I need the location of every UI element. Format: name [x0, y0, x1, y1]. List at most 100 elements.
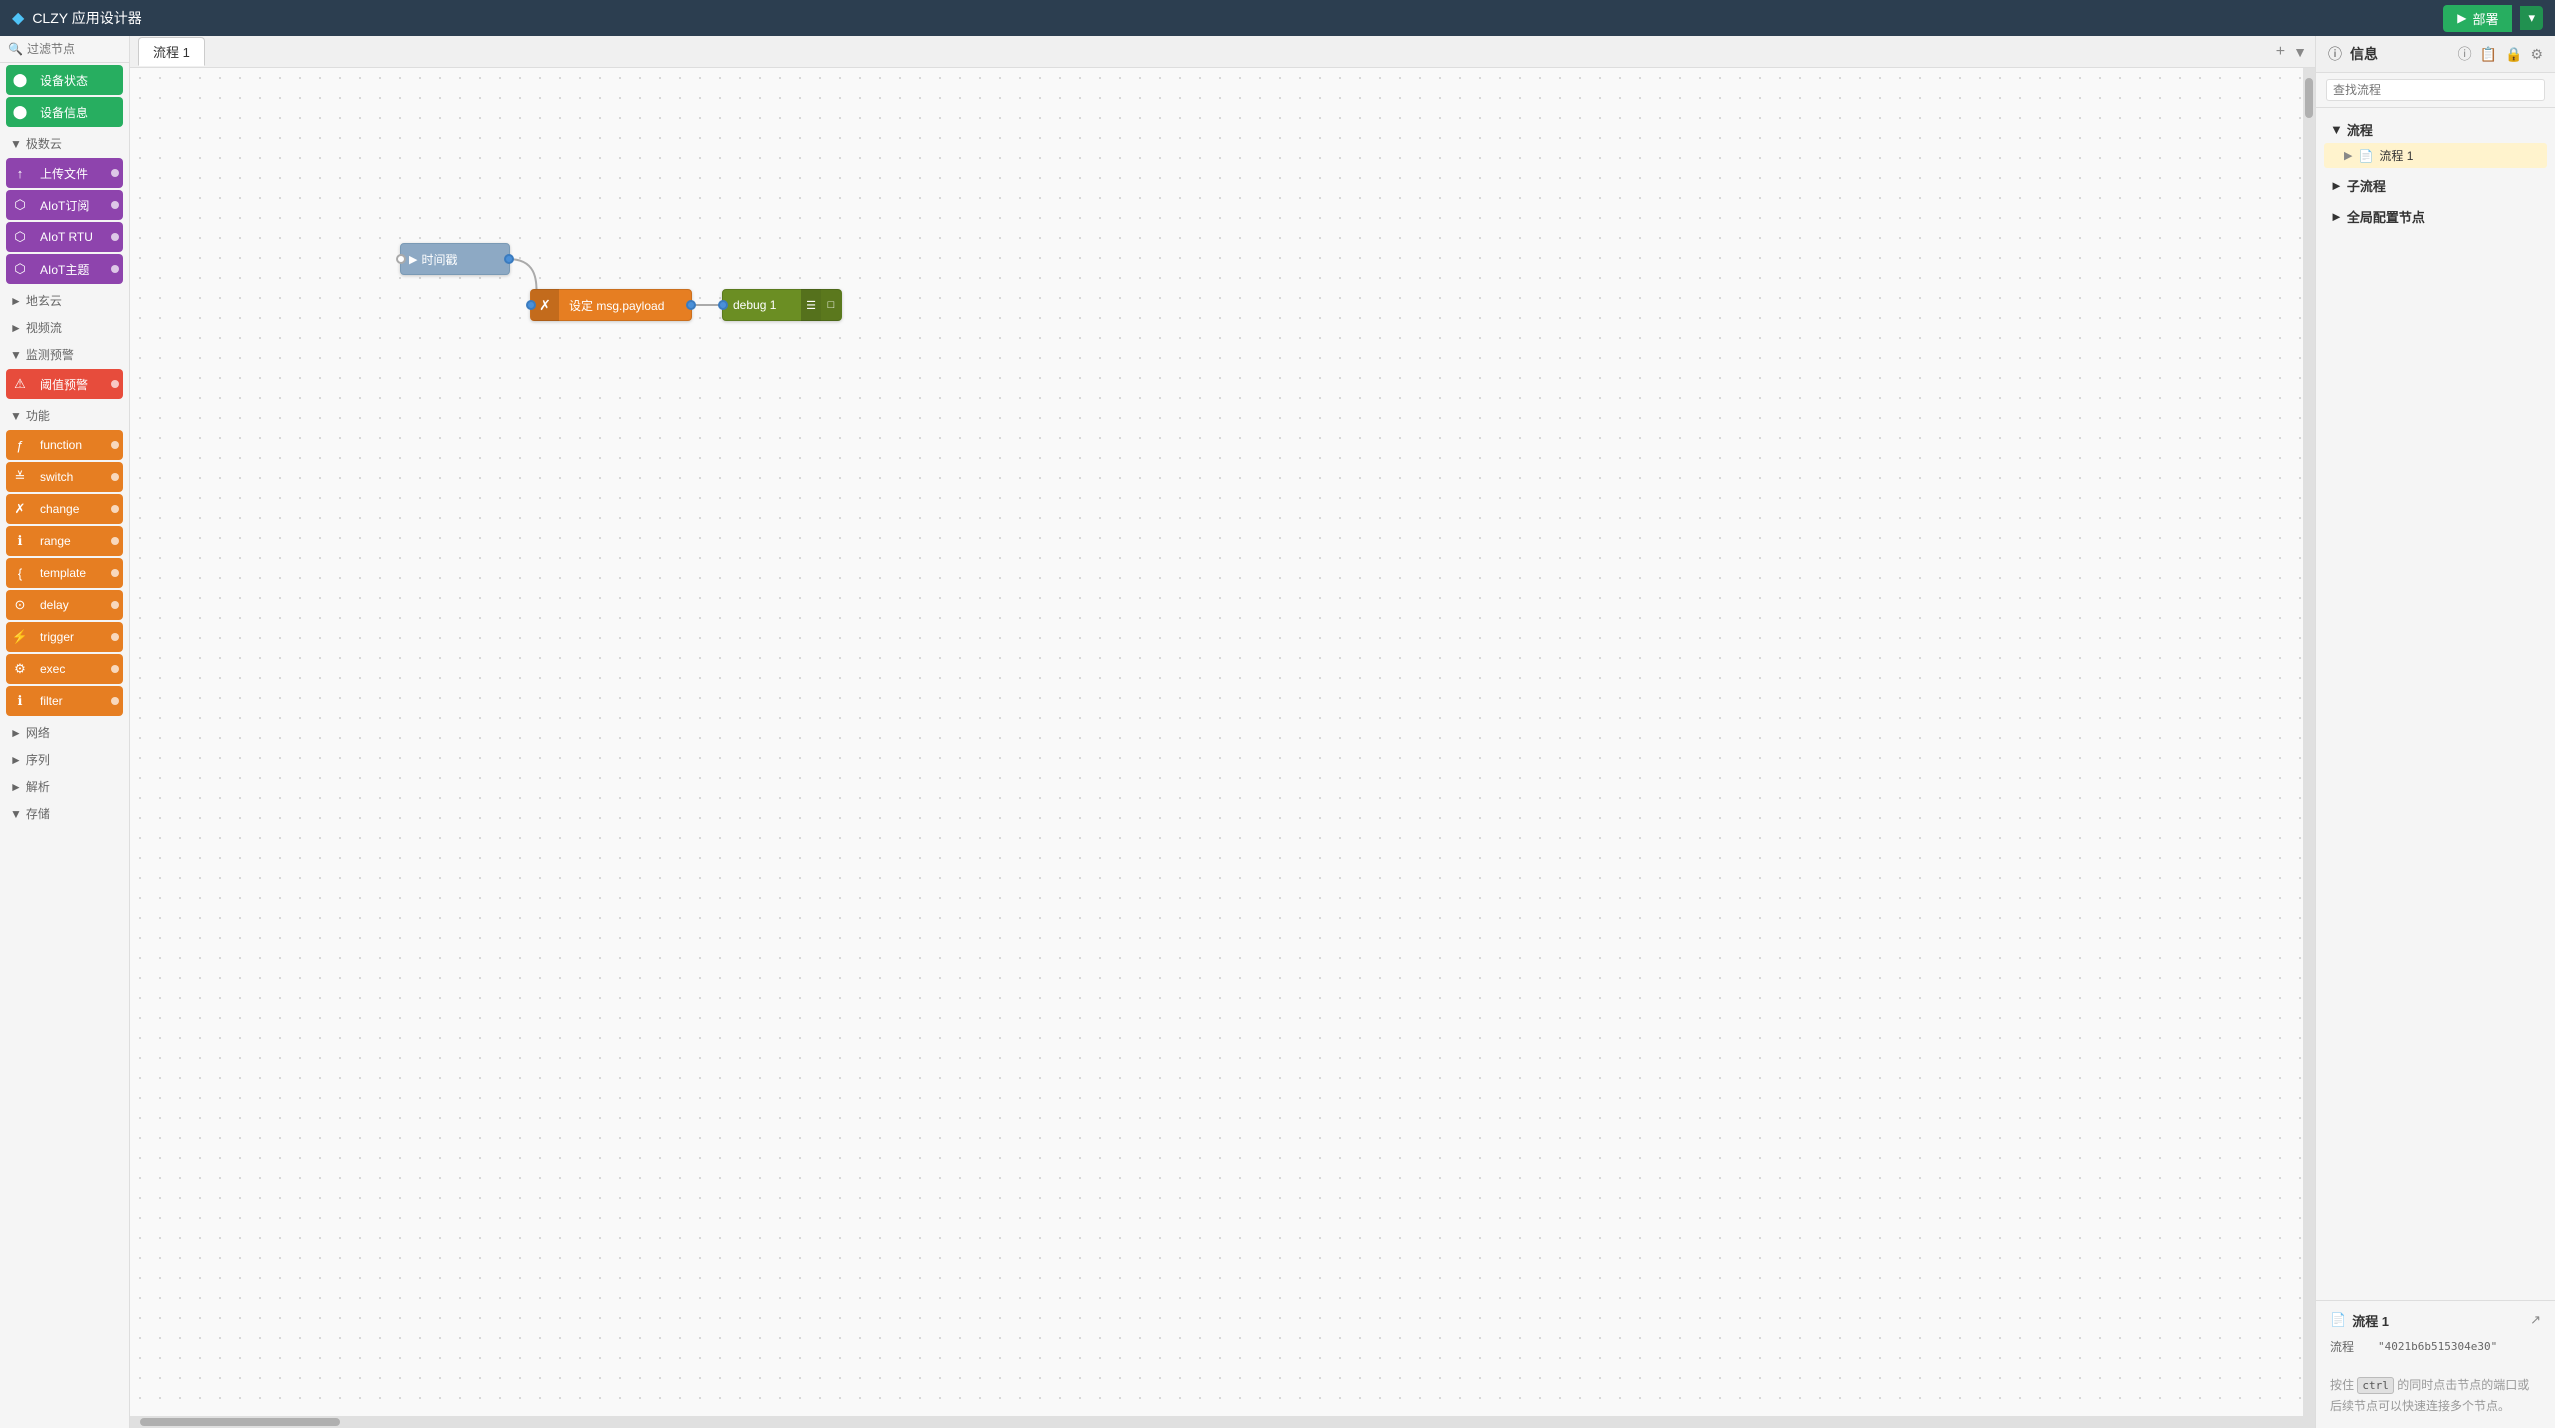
info-icon: ⓘ	[2328, 44, 2342, 64]
node-delay[interactable]: ⊙ delay	[6, 590, 123, 620]
right-panel-search-input[interactable]	[2326, 79, 2545, 101]
inject1-label: 时间戳	[421, 251, 457, 268]
node-filter[interactable]: ℹ filter	[6, 686, 123, 716]
node-exec[interactable]: ⚙ exec	[6, 654, 123, 684]
vertical-scrollbar-thumb[interactable]	[2305, 78, 2313, 118]
change1-port-left[interactable]	[526, 300, 536, 310]
node-upload-file[interactable]: ↑ 上传文件	[6, 158, 123, 188]
sidebar-group-dizhiyun-title[interactable]: ► 地玄云	[0, 286, 129, 313]
template-port	[111, 569, 119, 577]
delay-icon: ⊙	[6, 590, 34, 620]
chevron-right-icon7: ►	[2330, 209, 2343, 224]
right-panel-title: 信息	[2350, 44, 2450, 64]
sidebar-group-cunchun-title[interactable]: ▼ 存储	[0, 799, 129, 826]
chevron-down-icon: ▼	[10, 137, 22, 151]
node-device-status[interactable]: ⬤ 设备状态	[6, 65, 123, 95]
range-icon: ℹ	[6, 526, 34, 556]
change1-port-right[interactable]	[686, 300, 696, 310]
sidebar-group-jiexi-title[interactable]: ► 解析	[0, 772, 129, 799]
sidebar-group-gongneng-title[interactable]: ▼ 功能	[0, 401, 129, 428]
tab-chevron-button[interactable]: ▼	[2293, 44, 2307, 60]
right-panel-lock-btn[interactable]: 🔒	[2505, 46, 2522, 63]
vertical-scrollbar[interactable]	[2303, 68, 2315, 1416]
node-change[interactable]: ✗ change	[6, 494, 123, 524]
node-switch[interactable]: ≚ switch	[6, 462, 123, 492]
canvas-svg	[130, 68, 1430, 968]
content-area: 流程 1 + ▼ ▶ 时间戳	[130, 36, 2315, 1428]
change-label: change	[34, 502, 123, 516]
info-value-flow: "4021b6b515304e30"	[2378, 1340, 2497, 1353]
sidebar-group-jiance-title[interactable]: ▼ 监测预警	[0, 340, 129, 367]
hint-prefix: 按住	[2330, 1378, 2357, 1392]
chevron-right-icon5: ►	[10, 780, 22, 794]
node-function[interactable]: ƒ function	[6, 430, 123, 460]
change-icon: ✗	[6, 494, 34, 524]
app-title: CLZY 应用设计器	[32, 8, 141, 28]
tree-group-ziliucheng-title[interactable]: ► 子流程	[2324, 172, 2547, 199]
sidebar-group-wangluo-label: 网络	[26, 724, 50, 741]
horizontal-scrollbar[interactable]	[130, 1416, 2315, 1428]
right-panel-tree: ▼ 流程 ▶ 📄 流程 1 ► 子流程 ► 全	[2316, 108, 2555, 1300]
sidebar-group-xulie-label: 序列	[26, 751, 50, 768]
tab-flow1[interactable]: 流程 1	[138, 37, 205, 66]
sidebar-search-input[interactable]	[27, 42, 121, 56]
horizontal-scrollbar-thumb[interactable]	[140, 1418, 340, 1426]
canvas-area[interactable]: ▶ 时间戳 ✗ 设定 msg.payload debug 1	[130, 68, 2315, 1428]
aiot-subscribe-label: AIoT订阅	[34, 197, 123, 214]
deploy-button[interactable]: ▶ 部署	[2443, 5, 2512, 32]
device-info-label: 设备信息	[34, 104, 123, 121]
upload-file-icon: ↑	[6, 158, 34, 188]
range-label: range	[34, 534, 123, 548]
threshold-alarm-label: 阈值预警	[34, 376, 123, 393]
tree-item-flow1[interactable]: ▶ 📄 流程 1	[2324, 143, 2547, 168]
debug1-square-btn[interactable]: □	[821, 289, 841, 321]
right-panel-header: ⓘ 信息 ⓘ 📋 🔒 ⚙	[2316, 36, 2555, 73]
node-trigger[interactable]: ⚡ trigger	[6, 622, 123, 652]
delay-port	[111, 601, 119, 609]
chevron-down-icon5: ▼	[2330, 122, 2343, 137]
node-template[interactable]: { template	[6, 558, 123, 588]
node-aiot-subscribe[interactable]: ⬡ AIoT订阅	[6, 190, 123, 220]
aiot-rtu-label: AIoT RTU	[34, 230, 123, 244]
inject1-port-right[interactable]	[504, 254, 514, 264]
debug1-list-btn[interactable]: ☰	[801, 289, 821, 321]
sidebar-group-gongneng-nodes: ƒ function ≚ switch ✗ change ℹ range {	[0, 430, 129, 716]
aiot-theme-icon: ⬡	[6, 254, 34, 284]
sidebar-group-shipinliu-title[interactable]: ► 视频流	[0, 313, 129, 340]
node-range[interactable]: ℹ range	[6, 526, 123, 556]
template-icon: {	[6, 558, 34, 588]
bottom-title: 流程 1	[2352, 1311, 2524, 1330]
sidebar-group-dizhiyun-label: 地玄云	[26, 292, 62, 309]
sidebar-group-jishucloud-title[interactable]: ▼ 极数云	[0, 129, 129, 156]
node-aiot-rtu[interactable]: ⬡ AIoT RTU	[6, 222, 123, 252]
flow-node-debug1[interactable]: debug 1 ☰ □	[722, 289, 842, 321]
flow-node-change1[interactable]: ✗ 设定 msg.payload	[530, 289, 692, 321]
chevron-down-icon2: ▼	[10, 348, 22, 362]
bottom-expand-icon[interactable]: ↗	[2530, 1312, 2541, 1328]
flow-node-inject1[interactable]: ▶ 时间戳	[400, 243, 510, 275]
right-panel-copy-btn[interactable]: 📋	[2480, 46, 2497, 63]
deploy-arrow-button[interactable]: ▾	[2520, 6, 2543, 30]
inject1-port-left[interactable]	[396, 254, 406, 264]
tree-group-ziliucheng: ► 子流程	[2324, 172, 2547, 199]
tree-group-liucheng-title[interactable]: ▼ 流程	[2324, 116, 2547, 143]
trigger-port	[111, 633, 119, 641]
right-panel-settings-btn[interactable]: ⚙	[2530, 46, 2543, 63]
tab-bar: 流程 1 + ▼	[130, 36, 2315, 68]
node-threshold-alarm[interactable]: ⚠ 阈值预警	[6, 369, 123, 399]
search-icon: 🔍	[8, 42, 23, 56]
node-aiot-theme[interactable]: ⬡ AIoT主题	[6, 254, 123, 284]
debug1-port-left[interactable]	[718, 300, 728, 310]
right-panel-bottom-header: 📄 流程 1 ↗	[2330, 1311, 2541, 1330]
right-panel-info-btn[interactable]: ⓘ	[2458, 44, 2472, 64]
device-info-icon: ⬤	[6, 97, 34, 127]
tree-group-quanju-title[interactable]: ► 全局配置节点	[2324, 203, 2547, 230]
sidebar-group-xulie-title[interactable]: ► 序列	[0, 745, 129, 772]
tree-group-quanju: ► 全局配置节点	[2324, 203, 2547, 230]
sidebar-group-wangluo-title[interactable]: ► 网络	[0, 718, 129, 745]
tab-add-button[interactable]: +	[2276, 43, 2285, 61]
right-panel-bottom: 📄 流程 1 ↗ 流程 "4021b6b515304e30" 按住 ctrl 的…	[2316, 1300, 2555, 1428]
aiot-rtu-icon: ⬡	[6, 222, 34, 252]
sidebar-group-jishucloud-nodes: ↑ 上传文件 ⬡ AIoT订阅 ⬡ AIoT RTU ⬡ AIoT主题	[0, 158, 129, 284]
node-device-info[interactable]: ⬤ 设备信息	[6, 97, 123, 127]
